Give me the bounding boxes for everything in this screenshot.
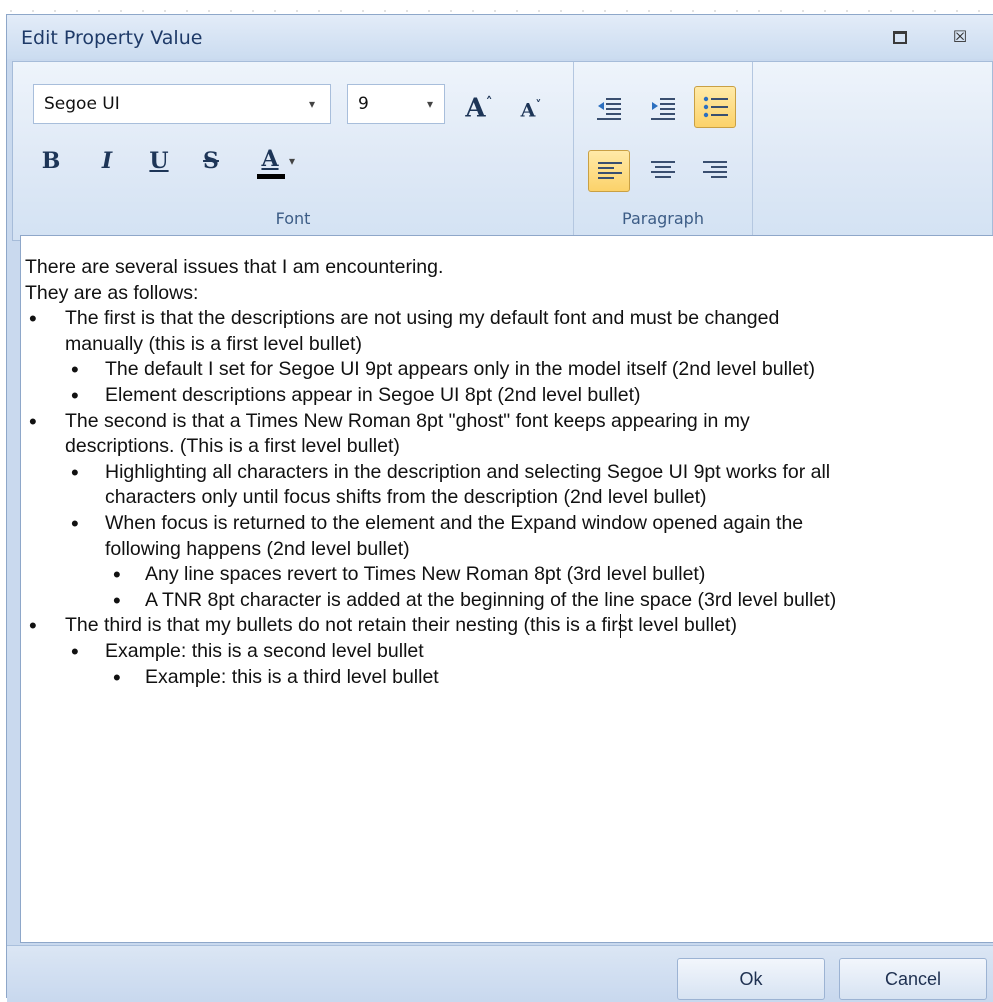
chevron-down-icon: ▾ (289, 154, 296, 168)
line-text: following happens (2nd level bullet) (105, 537, 410, 560)
description-editor[interactable]: There are several issues that I am encou… (20, 235, 993, 943)
line-text: characters only until focus shifts from … (105, 486, 707, 509)
bullet-line-text: Example: this is a third level bullet (145, 665, 439, 688)
align-right-icon (703, 161, 727, 178)
font-size-combobox[interactable]: 9 ▾ (347, 84, 445, 124)
decrease-indent-button[interactable] (588, 88, 630, 130)
bold-icon: B (41, 148, 61, 174)
strikethrough-button[interactable]: S (193, 144, 229, 178)
bullet-marker: • (71, 357, 79, 383)
decrease-indent-icon (597, 98, 621, 120)
line-text: manually (this is a first level bullet) (65, 332, 362, 355)
chevron-down-icon[interactable]: ▾ (302, 93, 322, 115)
line-text: They are as follows: (25, 281, 199, 304)
title-bar[interactable]: Edit Property Value ☒ (7, 15, 993, 59)
bullet-marker: • (71, 383, 79, 408)
shrink-mark-icon: ˅ (535, 98, 542, 112)
bullet-marker: • (29, 613, 37, 639)
font-name-combobox[interactable]: Segoe UI ▾ (33, 84, 331, 124)
bold-button[interactable]: B (33, 144, 69, 178)
bullet-marker: • (113, 587, 121, 613)
font-size-value: 9 (358, 94, 369, 114)
grow-font-icon: A (465, 93, 486, 124)
font-color-button[interactable]: A ▾ (251, 142, 309, 179)
font-color-swatch (257, 174, 285, 179)
bullet-marker: • (29, 306, 37, 332)
bullets-button[interactable] (694, 86, 736, 128)
cancel-button[interactable]: Cancel (839, 958, 987, 1000)
increase-indent-button[interactable] (642, 88, 684, 130)
text-caret (620, 614, 621, 639)
font-name-value: Segoe UI (44, 94, 120, 114)
shrink-font-button[interactable]: A˅ (513, 88, 549, 122)
bullet-marker: • (29, 408, 37, 434)
ok-button[interactable]: Ok (677, 958, 825, 1000)
close-button[interactable]: ☒ (947, 25, 973, 49)
bullet-line-text: The second is that a Times New Roman 8pt… (65, 409, 750, 432)
dialog-footer: Ok Cancel (7, 945, 993, 1002)
align-center-button[interactable] (642, 150, 684, 192)
bullet-marker: • (113, 664, 121, 690)
line-text: There are several issues that I am encou… (25, 256, 444, 278)
bullet-line-text: When focus is returned to the element an… (105, 512, 804, 534)
bullet-line-text: Element descriptions appear in Segoe UI … (105, 384, 641, 406)
bullet-line-text: Any line spaces revert to Times New Roma… (145, 563, 706, 586)
grow-mark-icon: ˄ (485, 95, 493, 111)
underline-icon: U (149, 148, 169, 174)
italic-icon: I (101, 148, 113, 174)
underline-button[interactable]: U (141, 144, 177, 178)
font-group-label: Font (275, 209, 311, 228)
bullet-marker: • (71, 511, 79, 536)
bullet-line-text: The default I set for Segoe UI 9pt appea… (105, 358, 815, 381)
bullet-line-text: A TNR 8pt character is added at the begi… (145, 588, 837, 611)
align-left-button[interactable] (588, 150, 630, 192)
strikethrough-icon: S (203, 148, 219, 174)
bullet-line-text: Example: this is a second level bullet (105, 640, 424, 662)
italic-button[interactable]: I (89, 144, 125, 178)
line-text: descriptions. (This is a first level bul… (65, 435, 400, 458)
bullet-marker: • (71, 459, 79, 485)
increase-indent-icon (651, 98, 675, 120)
bullet-marker: • (71, 639, 79, 664)
paragraph-group: Paragraph (574, 62, 753, 240)
align-right-button[interactable] (694, 150, 736, 192)
align-center-icon (651, 161, 675, 178)
restore-button[interactable] (887, 25, 913, 49)
chevron-down-icon[interactable]: ▾ (420, 93, 440, 115)
bullet-line-text: The first is that the descriptions are n… (65, 307, 780, 330)
shrink-font-icon: A (520, 99, 536, 122)
restore-icon (893, 31, 907, 44)
ribbon: Segoe UI ▾ 9 ▾ A˄ A˅ B I U S A ▾ Font Pa… (12, 61, 993, 241)
paragraph-group-label: Paragraph (622, 209, 704, 228)
bullet-line-text: The third is that my bullets do not reta… (65, 614, 737, 637)
font-group: Segoe UI ▾ 9 ▾ A˄ A˅ B I U S A ▾ Font (13, 62, 574, 240)
grow-font-button[interactable]: A˄ (461, 86, 497, 124)
edit-property-dialog: Edit Property Value ☒ Segoe UI ▾ 9 ▾ A˄ … (6, 14, 993, 1002)
dialog-title: Edit Property Value (21, 27, 203, 49)
close-icon: ☒ (952, 27, 968, 46)
font-color-icon: A (261, 146, 279, 172)
bullet-marker: • (113, 562, 121, 588)
bullet-line-text: Highlighting all characters in the descr… (105, 460, 831, 483)
align-left-icon (598, 162, 622, 179)
bullet-list-icon (703, 96, 728, 118)
